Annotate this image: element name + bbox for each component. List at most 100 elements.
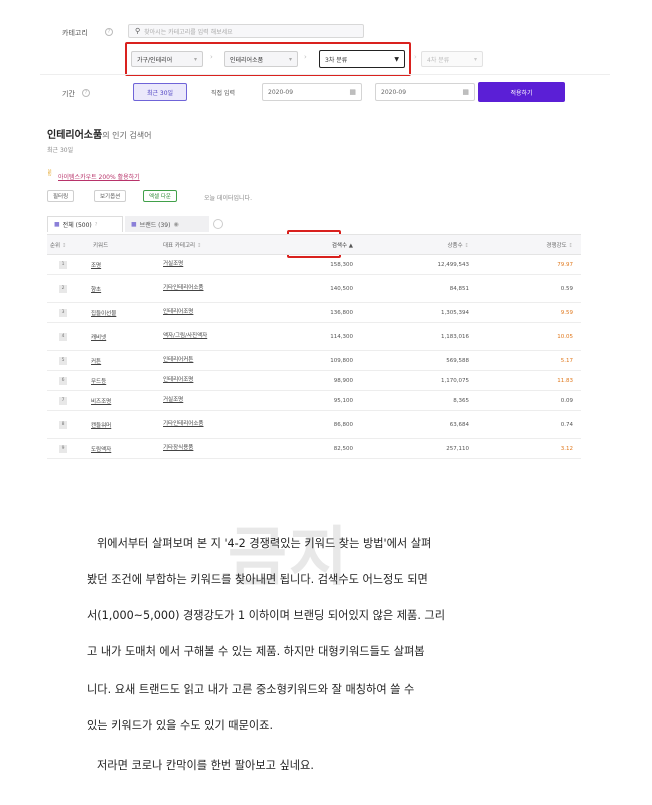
table-row[interactable]: 4 캐비넷 액자/그림/사진액자 114,300 1,183,016 10.05 <box>47 322 581 351</box>
keyword-link[interactable]: 캐비넷 <box>91 335 106 341</box>
category-cell[interactable]: 거실조명 <box>149 254 241 275</box>
category-link[interactable]: 기타장식용품 <box>163 445 193 452</box>
table-row[interactable]: 2 향초 기타인테리어소품 140,500 84,851 0.59 <box>47 274 581 303</box>
col-competition[interactable]: 경쟁강도 ↕ <box>477 234 581 255</box>
keyword-cell[interactable]: 무드등 <box>83 370 149 391</box>
keyword-link[interactable]: 캔들워머 <box>91 423 111 429</box>
competition-cell: 0.74 <box>477 410 581 439</box>
category-cell[interactable]: 액자/그림/사진액자 <box>149 322 241 351</box>
category-link[interactable]: 기타인테리어소품 <box>163 285 203 292</box>
settings-icon[interactable] <box>213 219 223 229</box>
category-link[interactable]: 거실조명 <box>163 397 183 404</box>
competition-cell: 79.97 <box>477 254 581 275</box>
rank-cell: 7 <box>47 390 83 411</box>
table-row[interactable]: 5 커튼 인테리어커튼 109,800 569,588 5.17 <box>47 350 581 371</box>
search-count-cell: 136,800 <box>241 302 361 323</box>
rank-cell: 1 <box>47 254 83 275</box>
keyword-cell[interactable]: 비즈조명 <box>83 390 149 411</box>
category-link[interactable]: 거실조명 <box>163 261 183 268</box>
category-cell[interactable]: 기타인테리어소품 <box>149 274 241 303</box>
table-row[interactable]: 6 무드등 인테리어조명 98,900 1,170,075 11.83 <box>47 370 581 391</box>
tab-brand[interactable]: ■ 브랜드 (39) ◉ <box>125 216 209 232</box>
table-row[interactable]: 1 조명 거실조명 158,300 12,499,543 79.97 <box>47 254 581 275</box>
article-line-2: 봤던 조건에 부합하는 키워드를 찾아내면 됩니다. 검색수도 어느정도 되면 <box>87 573 428 586</box>
product-count-cell: 1,170,075 <box>361 370 477 391</box>
category-cell[interactable]: 거실조명 <box>149 390 241 411</box>
start-date-value: 2020-09 <box>268 88 294 96</box>
keyword-link[interactable]: 커튼 <box>91 359 101 365</box>
keyword-cell[interactable]: 향초 <box>83 274 149 303</box>
category-link[interactable]: 액자/그림/사진액자 <box>163 333 207 340</box>
keyword-cell[interactable]: 캔들워머 <box>83 410 149 439</box>
chevron-right-icon: › <box>304 53 307 61</box>
data-note: 오늘 데이터입니다. <box>204 195 252 202</box>
filter-chip[interactable]: 필터링 <box>47 190 75 202</box>
competition-cell: 10.05 <box>477 322 581 351</box>
view-options-chip[interactable]: 보기옵션 <box>94 190 127 202</box>
category-cell[interactable]: 기타인테리어소품 <box>149 410 241 439</box>
category-cell[interactable]: 인테리어조명 <box>149 370 241 391</box>
tab-brand-label: 브랜드 (39) <box>139 221 171 229</box>
excel-download-chip[interactable]: 엑셀 다운 <box>143 190 177 202</box>
help-icon: ? <box>105 28 113 36</box>
col-keyword[interactable]: 키워드 <box>83 234 149 255</box>
category-select-3[interactable]: 3차 분류 ▼ <box>319 50 405 68</box>
category-cell[interactable]: 인테리어조명 <box>149 302 241 323</box>
keyword-cell[interactable]: 캐비넷 <box>83 322 149 351</box>
section-subtitle: 최근 30일 <box>47 147 74 154</box>
recent-30-days-button[interactable]: 최근 30일 <box>133 83 187 101</box>
end-date-value: 2020-09 <box>381 88 407 96</box>
keyword-link[interactable]: 도림액자 <box>91 447 111 453</box>
category-cell[interactable]: 인테리어커튼 <box>149 350 241 371</box>
eye-icon: ◉ <box>173 220 179 228</box>
help-icon: ? <box>82 89 90 97</box>
keyword-cell[interactable]: 도림액자 <box>83 438 149 459</box>
keyword-link[interactable]: 무드등 <box>91 379 106 385</box>
rank-badge: 8 <box>59 420 67 429</box>
col-search-count[interactable]: 검색수 ▲ <box>241 234 361 255</box>
search-count-cell: 98,900 <box>241 370 361 391</box>
section-title: 인테리어소품의 인기 검색어 <box>47 126 151 141</box>
category-cell[interactable]: 기타장식용품 <box>149 438 241 459</box>
category-link[interactable]: 인테리어조명 <box>163 377 193 384</box>
search-placeholder: 찾아시는 카테고리를 입력 해보세요 <box>144 28 233 36</box>
table-row[interactable]: 3 집들이선물 인테리어조명 136,800 1,305,394 9.59 <box>47 302 581 323</box>
calendar-icon: ▦ <box>349 88 356 96</box>
category-link[interactable]: 인테리어조명 <box>163 309 193 316</box>
category-select-2[interactable]: 인테리어소품 ▾ <box>224 51 298 67</box>
rank-cell: 5 <box>47 350 83 371</box>
category-link[interactable]: 기타인테리어소품 <box>163 421 203 428</box>
category-search-input[interactable]: ⚲ 찾아시는 카테고리를 입력 해보세요 <box>128 24 364 38</box>
start-date-field[interactable]: 2020-09 ▦ <box>262 83 362 101</box>
category-link[interactable]: 인테리어커튼 <box>163 357 193 364</box>
table-row[interactable]: 7 비즈조명 거실조명 95,100 8,365 0.09 <box>47 390 581 411</box>
caret-down-icon: ▼ <box>394 55 399 63</box>
rank-cell: 8 <box>47 410 83 439</box>
direct-input-button[interactable]: 직접 입력 <box>200 83 246 101</box>
col-category[interactable]: 대표 카테고리 ↕ <box>149 234 241 255</box>
keyword-cell[interactable]: 커튼 <box>83 350 149 371</box>
end-date-field[interactable]: 2020-09 ▦ <box>375 83 475 101</box>
col-product-count[interactable]: 상품수 ↕ <box>361 234 477 255</box>
filter-panel: 카테고리 ? ⚲ 찾아시는 카테고리를 입력 해보세요 가구/인테리어 ▾ › … <box>40 10 610 110</box>
rank-badge: 6 <box>59 376 67 385</box>
keyword-link[interactable]: 향초 <box>91 287 101 293</box>
tab-all[interactable]: ■ 전체 (500) ? <box>47 216 123 232</box>
keyword-cell[interactable]: 집들이선물 <box>83 302 149 323</box>
product-count-cell: 1,305,394 <box>361 302 477 323</box>
keyword-link[interactable]: 집들이선물 <box>91 311 116 317</box>
apply-button[interactable]: 적용하기 <box>478 82 565 102</box>
chevron-right-icon: › <box>210 53 213 61</box>
rank-badge: 5 <box>59 356 67 365</box>
search-count-cell: 140,500 <box>241 274 361 303</box>
category-select-4[interactable]: 4차 분류 ▾ <box>421 51 483 67</box>
keyword-cell[interactable]: 조명 <box>83 254 149 275</box>
rank-badge: 3 <box>59 308 67 317</box>
category-select-1[interactable]: 가구/인테리어 ▾ <box>131 51 203 67</box>
table-row[interactable]: 9 도림액자 기타장식용품 82,500 257,110 3.12 <box>47 438 581 459</box>
keyword-link[interactable]: 비즈조명 <box>91 399 111 405</box>
table-row[interactable]: 8 캔들워머 기타인테리어소품 86,800 63,684 0.74 <box>47 410 581 439</box>
promo-link[interactable]: 아이템스카우트 200% 활용하기 <box>58 172 140 181</box>
col-rank[interactable]: 순위 ↕ <box>47 234 83 255</box>
keyword-link[interactable]: 조명 <box>91 263 101 269</box>
